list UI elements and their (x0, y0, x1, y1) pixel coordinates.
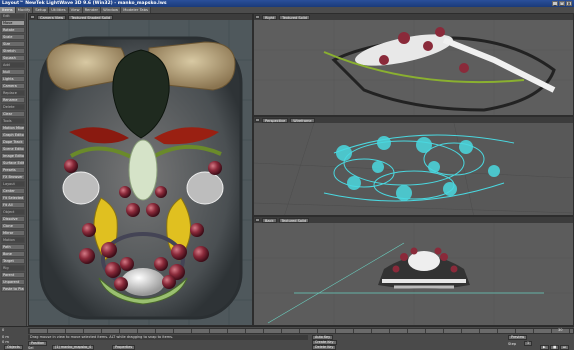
sidebar-item-mirror[interactable]: Mirror (1, 230, 25, 236)
sidebar-item-delete: Delete (1, 104, 25, 110)
delete-key-button[interactable]: Delete Key (312, 345, 337, 350)
sidebar-item-graph-editor[interactable]: Graph Editor (1, 132, 25, 138)
sidebar-item-size[interactable]: Size (1, 41, 25, 47)
sidebar-item-scale[interactable]: Scale (1, 34, 25, 40)
back-scene (254, 223, 573, 325)
sidebar-item-move[interactable]: Move (1, 20, 25, 26)
view-type-dropdown[interactable]: Back (262, 217, 277, 223)
sidebar-item-scene-editor[interactable]: Scene Editor (1, 146, 25, 152)
y-value: 0 m (2, 340, 9, 344)
title-bar: Layout™ NewTek LightWave 3D 9.6 (Win32) … (0, 0, 574, 7)
step-field[interactable]: 1 (524, 341, 533, 346)
sidebar-item-camera[interactable]: Camera (1, 83, 25, 89)
next-frame-button[interactable]: ⏭ (560, 345, 570, 350)
timeline-panel: 0 30 0 m 0 m Drag mouse in view to move … (0, 326, 574, 350)
sidebar-item-target[interactable]: Target (1, 258, 25, 264)
sidebar-item-edit: Edit (1, 13, 25, 19)
render-mode-dropdown[interactable]: Textured Solid (278, 217, 310, 223)
sidebar-item-presets[interactable]: Presets (1, 167, 25, 173)
right-scene (254, 20, 573, 115)
viewport-back[interactable]: Back Textured Solid (253, 216, 574, 326)
sidebar-item-fit-selected[interactable]: Fit Selected (1, 195, 25, 201)
sidebar-item-clone[interactable]: Clone (1, 223, 25, 229)
viewport-menu-icon[interactable] (30, 15, 35, 19)
item-type-dropdown[interactable]: Objects (4, 345, 23, 350)
sidebar-item-fx-browser[interactable]: FX Browser (1, 174, 25, 180)
app-title: Layout™ NewTek LightWave 3D 9.6 (Win32) … (2, 1, 167, 6)
render-mode-dropdown[interactable]: Textured Solid (279, 14, 310, 20)
x-value: 0 m (2, 335, 9, 339)
sidebar-item-rotate[interactable]: Rotate (1, 27, 25, 33)
close-button[interactable]: × (566, 1, 572, 6)
status-line: Drag mouse in view to move selected item… (28, 335, 308, 340)
sidebar-item-image-editor[interactable]: Image Editor (1, 153, 25, 159)
sidebar-item-squash[interactable]: Squash (1, 55, 25, 61)
sidebar-item-tools: Tools (1, 118, 25, 124)
play-button[interactable]: ▶ (540, 345, 549, 350)
view-type-dropdown[interactable]: Right (262, 14, 278, 20)
sidebar-item-surface-editor[interactable]: Surface Editor (1, 160, 25, 166)
current-item-dropdown[interactable]: (1) manko_mapsko_4 (52, 345, 95, 350)
sidebar-item-fit-all[interactable]: Fit All (1, 202, 25, 208)
timeline-slider[interactable] (28, 328, 574, 334)
step-label: Step (508, 342, 517, 346)
viewport-camera[interactable]: Camera View Textured Shaded Solid (28, 13, 253, 326)
sidebar-item-motion: Motion (1, 237, 25, 243)
maximize-button[interactable]: □ (559, 1, 565, 6)
minimize-button[interactable]: _ (552, 1, 558, 6)
sidebar-item-rename[interactable]: Rename (1, 97, 25, 103)
preview-button[interactable]: Preview (508, 335, 528, 340)
sidebar-item-lights[interactable]: Lights (1, 76, 25, 82)
frame-end: 30 (558, 328, 563, 332)
sidebar-item-dope-track[interactable]: Dope Track (1, 139, 25, 145)
sidebar-item-stretch[interactable]: Stretch (1, 48, 25, 54)
sidebar-item-paste-to-place[interactable]: Paste to Place (1, 286, 25, 292)
sidebar-item-rig: Rig (1, 265, 25, 271)
properties-button[interactable]: Properties (112, 345, 136, 350)
sidebar-item-replace: Replace (1, 90, 25, 96)
perspective-scene (254, 123, 573, 215)
viewport-right[interactable]: Right Textured Solid (253, 13, 574, 116)
sidebar-item-dissolve[interactable]: Dissolve (1, 216, 25, 222)
tool-sidebar: Edit Move Rotate Scale Size Stretch Squash Add N… (0, 13, 27, 326)
viewport-menu-icon[interactable] (255, 118, 260, 122)
viewport-perspective[interactable]: Perspective Wireframe (253, 116, 574, 216)
viewport-menu-icon[interactable] (255, 15, 260, 19)
view-type-dropdown[interactable]: Perspective (262, 117, 289, 123)
sidebar-item-clear[interactable]: Clear (1, 111, 25, 117)
sidebar-item-add: Add (1, 62, 25, 68)
view-type-dropdown[interactable]: Camera View (37, 14, 67, 20)
sidebar-item-object: Object (1, 209, 25, 215)
sel-label: Sel (28, 346, 34, 350)
viewport-menu-icon[interactable] (255, 218, 260, 222)
sidebar-item-motion-mixer[interactable]: Motion Mixer (1, 125, 25, 131)
render-mode-dropdown[interactable]: Textured Shaded Solid (68, 14, 114, 20)
camera-scene (29, 20, 252, 325)
sidebar-item-path[interactable]: Path (1, 244, 25, 250)
sidebar-item-layout: Layout (1, 181, 25, 187)
sidebar-item-parent[interactable]: Parent (1, 272, 25, 278)
sidebar-item-null[interactable]: Null (1, 69, 25, 75)
frame-start: 0 (2, 328, 5, 332)
stop-button[interactable]: ■ (550, 345, 560, 350)
sidebar-item-bone[interactable]: Bone (1, 251, 25, 257)
sidebar-item-center[interactable]: Center (1, 188, 25, 194)
sidebar-item-unparent[interactable]: Unparent (1, 279, 25, 285)
render-mode-dropdown[interactable]: Wireframe (290, 117, 315, 123)
